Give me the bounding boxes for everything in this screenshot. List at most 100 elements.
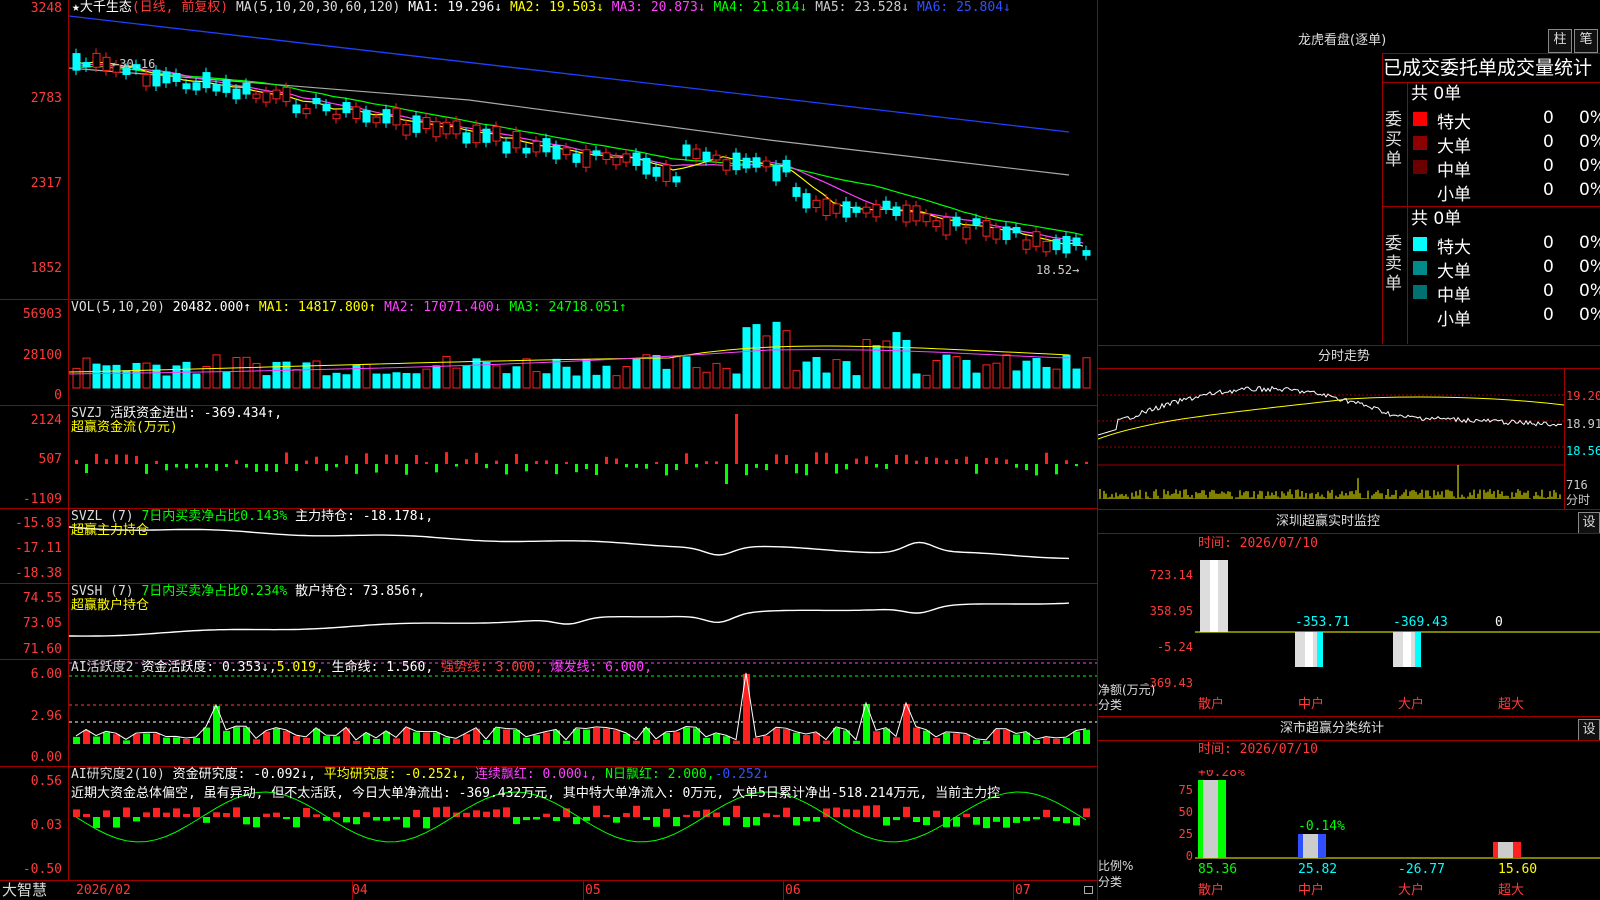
ai-research-desc: 资金研究度: -0.092↓, <box>172 767 316 782</box>
flow-bar <box>1045 452 1048 464</box>
research-bar <box>573 817 580 825</box>
flow-bar <box>325 464 328 471</box>
volume-bar <box>592 374 601 389</box>
flow-bar <box>475 452 478 464</box>
volume-bar <box>632 358 641 389</box>
flow-bar <box>495 460 498 464</box>
activity-bar <box>163 737 170 744</box>
activity-bar <box>633 740 640 744</box>
svzl-pane[interactable]: -15.83 -17.11 -18.38 SVZL (7) 7日内买卖净占比0.… <box>0 509 1097 583</box>
candle-body <box>1082 250 1091 256</box>
candle-body <box>782 159 791 173</box>
volume-bar <box>262 375 271 389</box>
flow-bar <box>675 464 678 471</box>
flow-bar <box>465 459 468 464</box>
volume-bar <box>992 362 1001 389</box>
activity-bar <box>73 736 80 744</box>
sm-bar-edge <box>1298 834 1303 858</box>
research-bar <box>1083 808 1090 817</box>
flow-bar <box>445 452 448 464</box>
research-bar <box>443 806 450 817</box>
star-icon[interactable]: ★ <box>72 0 80 15</box>
svsh-pane[interactable]: 74.55 73.05 71.60 SVSH (7) 7日内买卖净占比0.234… <box>0 584 1097 659</box>
intraday-vol-max: 716 <box>1566 478 1588 492</box>
volume-bar <box>222 371 231 389</box>
row-color-swatch <box>1413 237 1427 251</box>
research-bar <box>313 814 320 817</box>
research-bar <box>643 817 650 821</box>
candle-body <box>482 128 491 143</box>
candle-body <box>612 157 621 166</box>
candle-body <box>672 176 681 183</box>
sz-cat: 大户 <box>1398 697 1425 712</box>
intraday-chart[interactable] <box>1098 369 1564 509</box>
candle-body <box>592 150 601 156</box>
candle-body <box>852 206 861 213</box>
period-label[interactable]: (日线, 前复权) <box>132 0 228 15</box>
research-bar <box>353 817 360 825</box>
candle-body <box>262 91 271 103</box>
pen-view-button[interactable]: 笔 <box>1574 29 1598 53</box>
volume-bar <box>762 335 771 389</box>
activity-bar <box>183 739 190 744</box>
volume-pane[interactable]: 56903 28100 0 VOL(5,10,20) 20482.000↑ MA… <box>0 300 1097 405</box>
research-bar <box>553 817 560 822</box>
volume-bar <box>152 364 161 389</box>
activity-bar <box>373 738 380 744</box>
candle-body <box>882 200 891 210</box>
volume-bar <box>162 375 171 389</box>
sm-stats-chart: +0.28% -0.14% 85.36 25.82 -26.77 15.60 <box>1195 770 1600 877</box>
volume-bar <box>92 363 101 389</box>
settings-button[interactable]: 设 <box>1578 719 1600 741</box>
flow-bar <box>485 464 488 469</box>
research-bar <box>513 817 520 825</box>
activity-bar <box>803 735 810 744</box>
activity-bar <box>493 728 500 744</box>
flow-bar <box>215 464 218 471</box>
flow-bar <box>265 464 268 472</box>
settings-button[interactable]: 设 <box>1578 512 1600 534</box>
sm-top-label: +0.28% <box>1198 770 1245 780</box>
research-bar <box>233 807 240 817</box>
sell-row: 小单 0 0% <box>1409 305 1600 330</box>
bar-view-button[interactable]: 柱 <box>1548 29 1572 53</box>
research-bar <box>603 814 610 817</box>
flow-bar <box>795 464 798 474</box>
svzj-axis-label: -1109 <box>22 492 62 507</box>
dragon-title: 龙虎看盘(逐单) <box>1298 33 1387 48</box>
research-bar <box>623 813 630 817</box>
volume-bar <box>582 359 591 389</box>
flow-bar <box>95 453 98 464</box>
flow-bar <box>235 460 238 464</box>
flow-bar <box>515 453 518 464</box>
flow-bar <box>825 452 828 464</box>
svzj-pane[interactable]: 2124 507 -1109 SVZJ 活跃资金进出: -369.434↑, 超… <box>0 406 1097 508</box>
volume-bar <box>812 356 821 389</box>
price-pane[interactable]: 3248 2783 2317 1852 ★大千生态(日线, 前复权) MA(5,… <box>0 0 1097 299</box>
candle-body <box>392 107 401 126</box>
activity-bar <box>973 739 980 744</box>
volume-bar <box>392 372 401 389</box>
ai-active-pane[interactable]: 6.00 2.96 0.00 AI活跃度2 资金活跃度: 0.353↓,5.01… <box>0 660 1097 766</box>
sm-value-label: -26.77 <box>1398 862 1445 877</box>
stats-box: 已成交委托单成交量统计 委买单 委卖单 共 0单特大00%大单00%中单00%小… <box>1382 53 1600 344</box>
research-bar <box>273 812 280 817</box>
flow-bar <box>965 456 968 464</box>
row-color-swatch <box>1413 160 1427 174</box>
candle-body <box>512 131 521 149</box>
row-count: 0 <box>1543 233 1554 253</box>
research-bar <box>333 812 340 817</box>
volume-bar <box>802 361 811 389</box>
volume-bar <box>1022 360 1031 389</box>
row-color-swatch <box>1413 309 1427 323</box>
activity-bar <box>433 732 440 744</box>
sm-bar-edge <box>1493 842 1498 858</box>
ai-research-pane[interactable]: 0.56 0.03 -0.50 AI研究度2(10) 资金研究度: -0.092… <box>0 767 1097 880</box>
activity-bar <box>853 740 860 744</box>
flow-bar <box>125 454 128 464</box>
lock-icon[interactable] <box>1084 886 1093 894</box>
volume-bar <box>192 373 201 389</box>
activity-bar <box>713 733 720 744</box>
volume-bar <box>402 373 411 389</box>
sm-cat: 中户 <box>1298 883 1325 898</box>
